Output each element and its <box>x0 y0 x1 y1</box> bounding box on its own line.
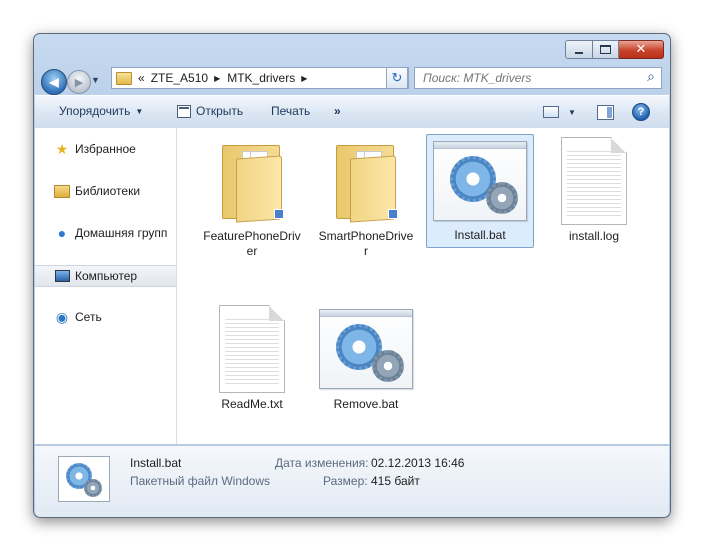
file-thumbnail <box>428 135 532 227</box>
sidebar-item-label: Сеть <box>75 310 102 324</box>
details-thumbnail <box>58 456 110 502</box>
help-button[interactable]: ? <box>632 103 650 121</box>
folder-icon <box>222 145 284 223</box>
file-item[interactable]: SmartPhoneDriver <box>313 134 419 259</box>
folder-icon <box>116 71 132 85</box>
search-icon[interactable]: ⌕ <box>647 69 655 85</box>
arrow-right-icon: ▶ <box>74 76 84 89</box>
preview-pane-button[interactable] <box>597 105 614 120</box>
computer-icon <box>54 268 70 284</box>
organize-label: Упорядочить <box>59 104 131 118</box>
file-name: install.log <box>568 229 620 243</box>
file-thumbnail <box>541 134 647 228</box>
file-thumbnail <box>313 302 419 396</box>
preview-pane-icon <box>597 105 614 120</box>
forward-button[interactable]: ▶ <box>67 70 91 94</box>
caption-buttons: ✕ <box>565 40 664 59</box>
breadcrumb-separator-icon[interactable]: ▶ <box>214 74 220 83</box>
document-icon <box>219 305 285 393</box>
more-commands-button[interactable]: » <box>334 104 341 118</box>
file-thumbnail <box>313 134 419 228</box>
star-icon: ★ <box>55 140 69 157</box>
close-icon: ✕ <box>635 42 647 57</box>
gear-icon <box>84 479 102 497</box>
file-name: Remove.bat <box>333 397 399 411</box>
details-file-name: Install.bat <box>130 456 182 470</box>
gear-icon <box>486 182 518 214</box>
file-name: FeaturePhoneDriver <box>203 229 301 258</box>
details-pane: Install.bat Пакетный файл Windows Дата и… <box>35 445 669 517</box>
view-icon <box>543 106 559 118</box>
file-name: ReadMe.txt <box>221 397 283 411</box>
file-item-selected[interactable]: Install.bat <box>426 134 534 248</box>
refresh-icon: ↻ <box>391 70 403 85</box>
details-size-value: 415 байт <box>371 474 420 488</box>
recent-pages-dropdown[interactable]: ▼ <box>91 75 100 85</box>
library-icon <box>54 183 70 199</box>
file-item[interactable]: ReadMe.txt <box>199 302 305 412</box>
sidebar-item-label: Библиотеки <box>75 184 141 198</box>
minimize-button[interactable] <box>565 40 593 59</box>
refresh-button[interactable]: ↻ <box>386 67 408 89</box>
breadcrumb-zte[interactable]: ZTE_A510 <box>151 71 208 85</box>
maximize-button[interactable] <box>593 40 619 59</box>
arrow-left-icon: ◀ <box>49 75 59 89</box>
sidebar-item-favorites[interactable]: ★ Избранное <box>35 139 176 159</box>
file-item[interactable]: Remove.bat <box>313 302 419 412</box>
sidebar-item-computer[interactable]: Компьютер <box>35 265 176 287</box>
network-icon: ◉ <box>55 308 69 325</box>
folder-icon <box>336 145 398 223</box>
back-button[interactable]: ◀ <box>41 69 67 95</box>
close-button[interactable]: ✕ <box>619 40 664 59</box>
open-icon <box>177 104 191 118</box>
homegroup-icon: ● <box>57 225 67 241</box>
sidebar-item-libraries[interactable]: Библиотеки <box>35 181 176 201</box>
sidebar-item-label: Избранное <box>75 142 136 156</box>
sidebar-item-label: Компьютер <box>75 269 138 283</box>
file-name: Install.bat <box>454 228 506 242</box>
explorer-window: ✕ ◀ ▶ ▼ « ZTE_A510 ▶ MTK_drivers ▶ ▼ ↻ ⌕… <box>33 33 671 518</box>
print-label: Печать <box>271 104 311 118</box>
navigation-pane: ★ Избранное Библиотеки ● Домашняя групп … <box>35 128 177 444</box>
file-item[interactable]: install.log <box>541 134 647 244</box>
file-list: FeaturePhoneDriver SmartPhoneDriver Inst… <box>177 128 669 444</box>
details-modified-label: Дата изменения: <box>275 456 369 470</box>
sidebar-item-label: Домашняя групп <box>75 226 168 240</box>
help-icon: ? <box>632 103 650 121</box>
maximize-icon <box>600 45 611 54</box>
file-item[interactable]: FeaturePhoneDriver <box>199 134 305 259</box>
breadcrumb-separator-icon[interactable]: ▶ <box>301 74 307 83</box>
search-input[interactable] <box>421 70 635 86</box>
more-label: » <box>334 104 341 118</box>
file-thumbnail <box>199 134 305 228</box>
open-label: Открыть <box>196 104 244 118</box>
chevron-down-icon: ▼ <box>135 106 144 116</box>
chevron-down-icon: ▼ <box>568 107 576 117</box>
file-name: SmartPhoneDriver <box>318 229 414 258</box>
breadcrumb-overflow[interactable]: « <box>138 71 145 85</box>
document-icon <box>561 137 627 225</box>
content-area: ★ Избранное Библиотеки ● Домашняя групп … <box>35 128 669 444</box>
change-view-button[interactable]: ▼ <box>543 106 576 118</box>
file-thumbnail <box>199 302 305 396</box>
organize-button[interactable]: Упорядочить ▼ <box>59 104 143 118</box>
minimize-icon <box>575 51 583 54</box>
sidebar-item-homegroup[interactable]: ● Домашняя групп <box>35 223 176 243</box>
search-box[interactable]: ⌕ <box>414 67 662 89</box>
details-modified-value: 02.12.2013 16:46 <box>371 456 465 470</box>
command-bar: Упорядочить ▼ Открыть Печать » ▼ ? <box>35 95 669 129</box>
sidebar-item-network[interactable]: ◉ Сеть <box>35 307 176 327</box>
breadcrumb-mtk-drivers[interactable]: MTK_drivers <box>227 71 295 85</box>
details-size-label: Размер: <box>323 474 368 488</box>
batch-file-icon <box>433 141 527 221</box>
print-button[interactable]: Печать <box>271 104 310 118</box>
open-button[interactable]: Открыть <box>177 104 243 118</box>
gear-icon <box>372 350 404 382</box>
address-bar[interactable]: « ZTE_A510 ▶ MTK_drivers ▶ ▼ <box>111 67 409 89</box>
details-file-type: Пакетный файл Windows <box>130 474 271 488</box>
batch-file-icon <box>319 309 413 389</box>
